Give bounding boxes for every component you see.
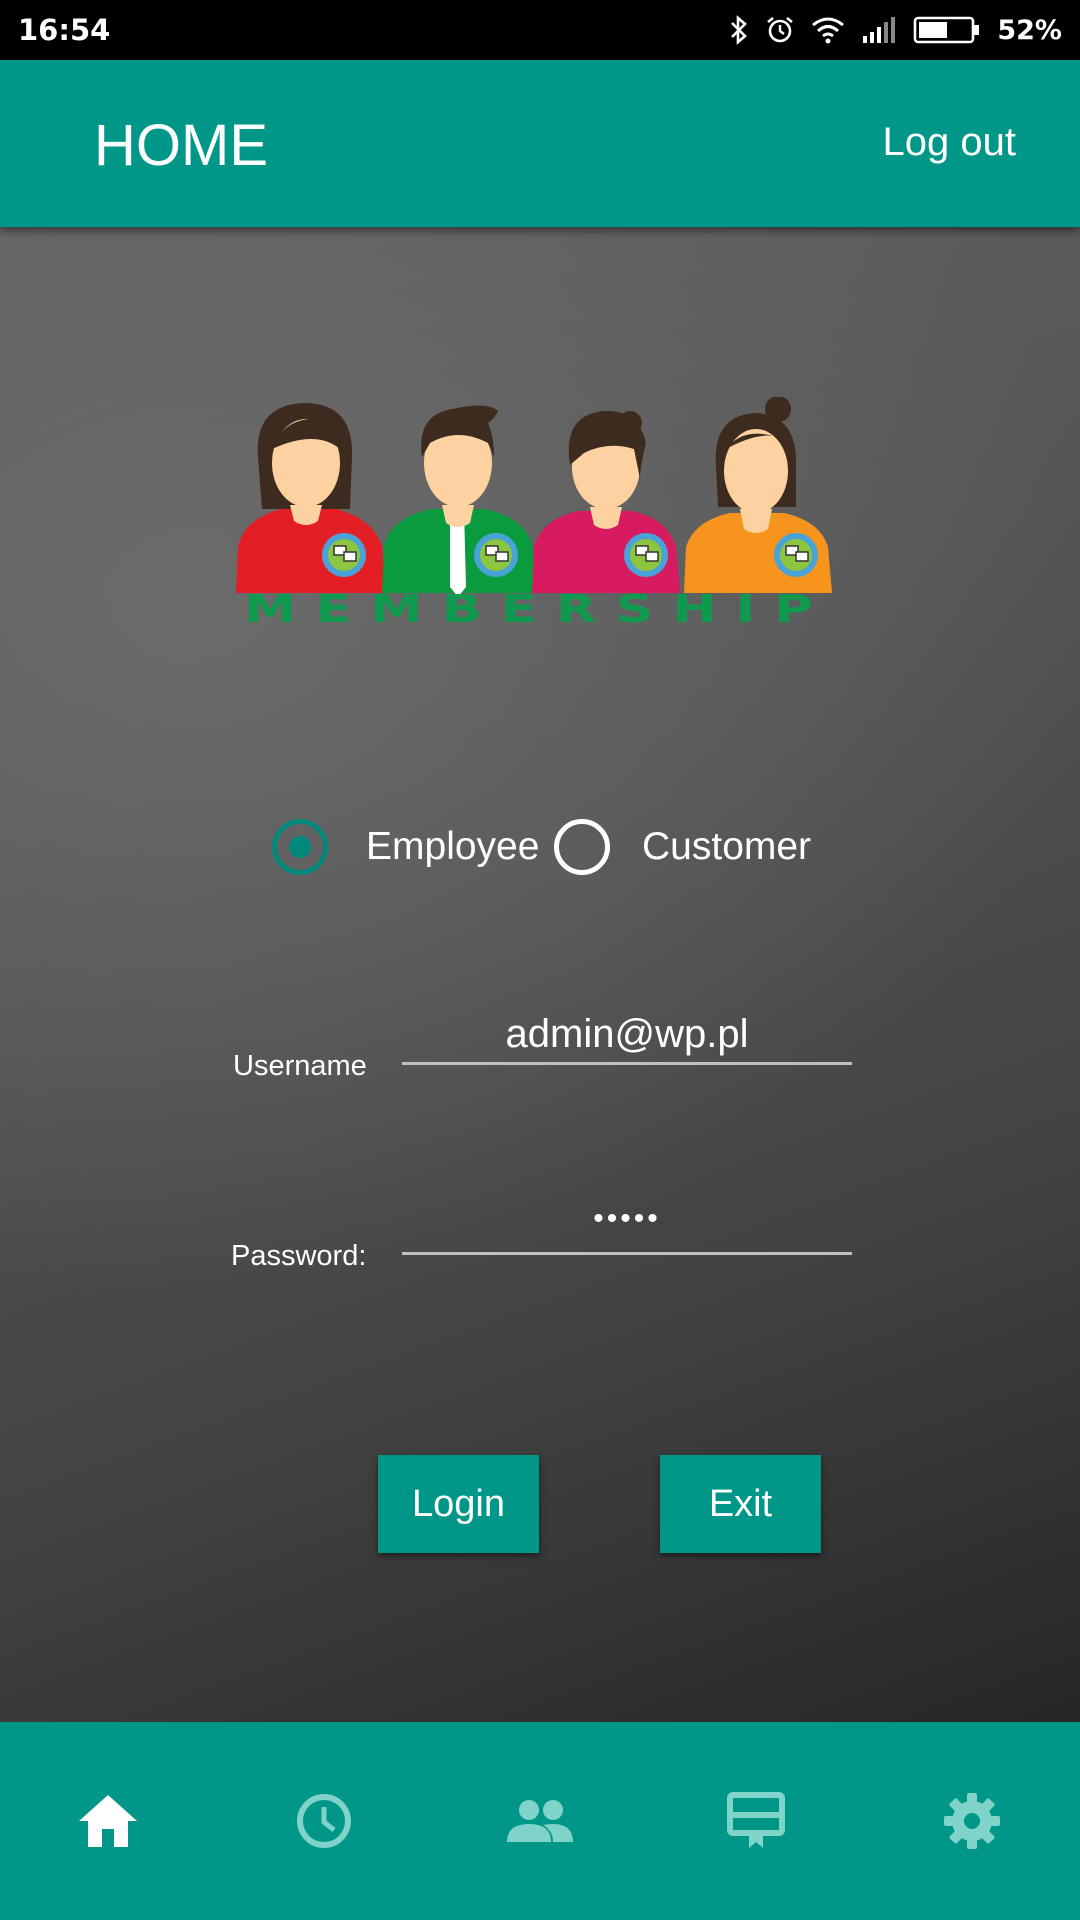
logout-button[interactable]: Log out bbox=[883, 120, 1016, 165]
alarm-icon bbox=[765, 15, 795, 45]
bluetooth-icon bbox=[729, 15, 749, 45]
battery-percent: 52% bbox=[997, 14, 1062, 46]
history-icon bbox=[297, 1794, 351, 1848]
password-label: Password: bbox=[231, 1240, 367, 1272]
membership-logo: MEMBERSHIP bbox=[236, 397, 832, 627]
logo-text: MEMBERSHIP bbox=[244, 587, 832, 627]
username-label: Username bbox=[233, 1050, 367, 1082]
radio-unchecked-icon[interactable] bbox=[554, 819, 610, 875]
membership-card-icon bbox=[727, 1792, 785, 1848]
username-field[interactable]: admin@wp.pl bbox=[402, 1012, 852, 1065]
person-orange-illustration bbox=[684, 397, 832, 593]
person-green-illustration bbox=[382, 405, 536, 597]
app-bar: HOME Log out bbox=[0, 60, 1080, 227]
customer-radio[interactable]: Customer bbox=[554, 819, 811, 875]
employee-label: Employee bbox=[366, 825, 540, 868]
login-button[interactable]: Login bbox=[378, 1455, 539, 1553]
status-icons: 52% bbox=[729, 15, 1062, 46]
nav-history[interactable] bbox=[216, 1722, 432, 1920]
nav-home[interactable] bbox=[0, 1722, 216, 1920]
page-title: HOME bbox=[94, 113, 268, 178]
login-content: MEMBERSHIP Employee Customer Username ad… bbox=[0, 227, 1080, 1722]
nav-membership-card[interactable] bbox=[648, 1722, 864, 1920]
home-icon bbox=[79, 1795, 137, 1847]
exit-button[interactable]: Exit bbox=[660, 1455, 821, 1553]
radio-checked-icon[interactable] bbox=[272, 819, 328, 875]
account-type-radio-group: Employee Customer bbox=[0, 802, 1080, 892]
customer-label: Customer bbox=[642, 825, 812, 868]
status-bar: 16:54 52% bbox=[0, 0, 1080, 60]
nav-members[interactable] bbox=[432, 1722, 648, 1920]
battery-icon bbox=[913, 15, 981, 45]
bottom-navigation bbox=[0, 1722, 1080, 1920]
status-time: 16:54 bbox=[18, 13, 111, 47]
people-icon bbox=[507, 1800, 573, 1842]
password-field[interactable]: ••••• bbox=[402, 1202, 852, 1255]
nav-settings[interactable] bbox=[864, 1722, 1080, 1920]
person-magenta-illustration bbox=[532, 410, 680, 593]
settings-icon bbox=[944, 1793, 1000, 1849]
wifi-icon bbox=[811, 16, 845, 44]
person-red-illustration bbox=[236, 403, 386, 593]
signal-icon bbox=[861, 16, 897, 44]
employee-radio[interactable]: Employee bbox=[272, 819, 539, 875]
